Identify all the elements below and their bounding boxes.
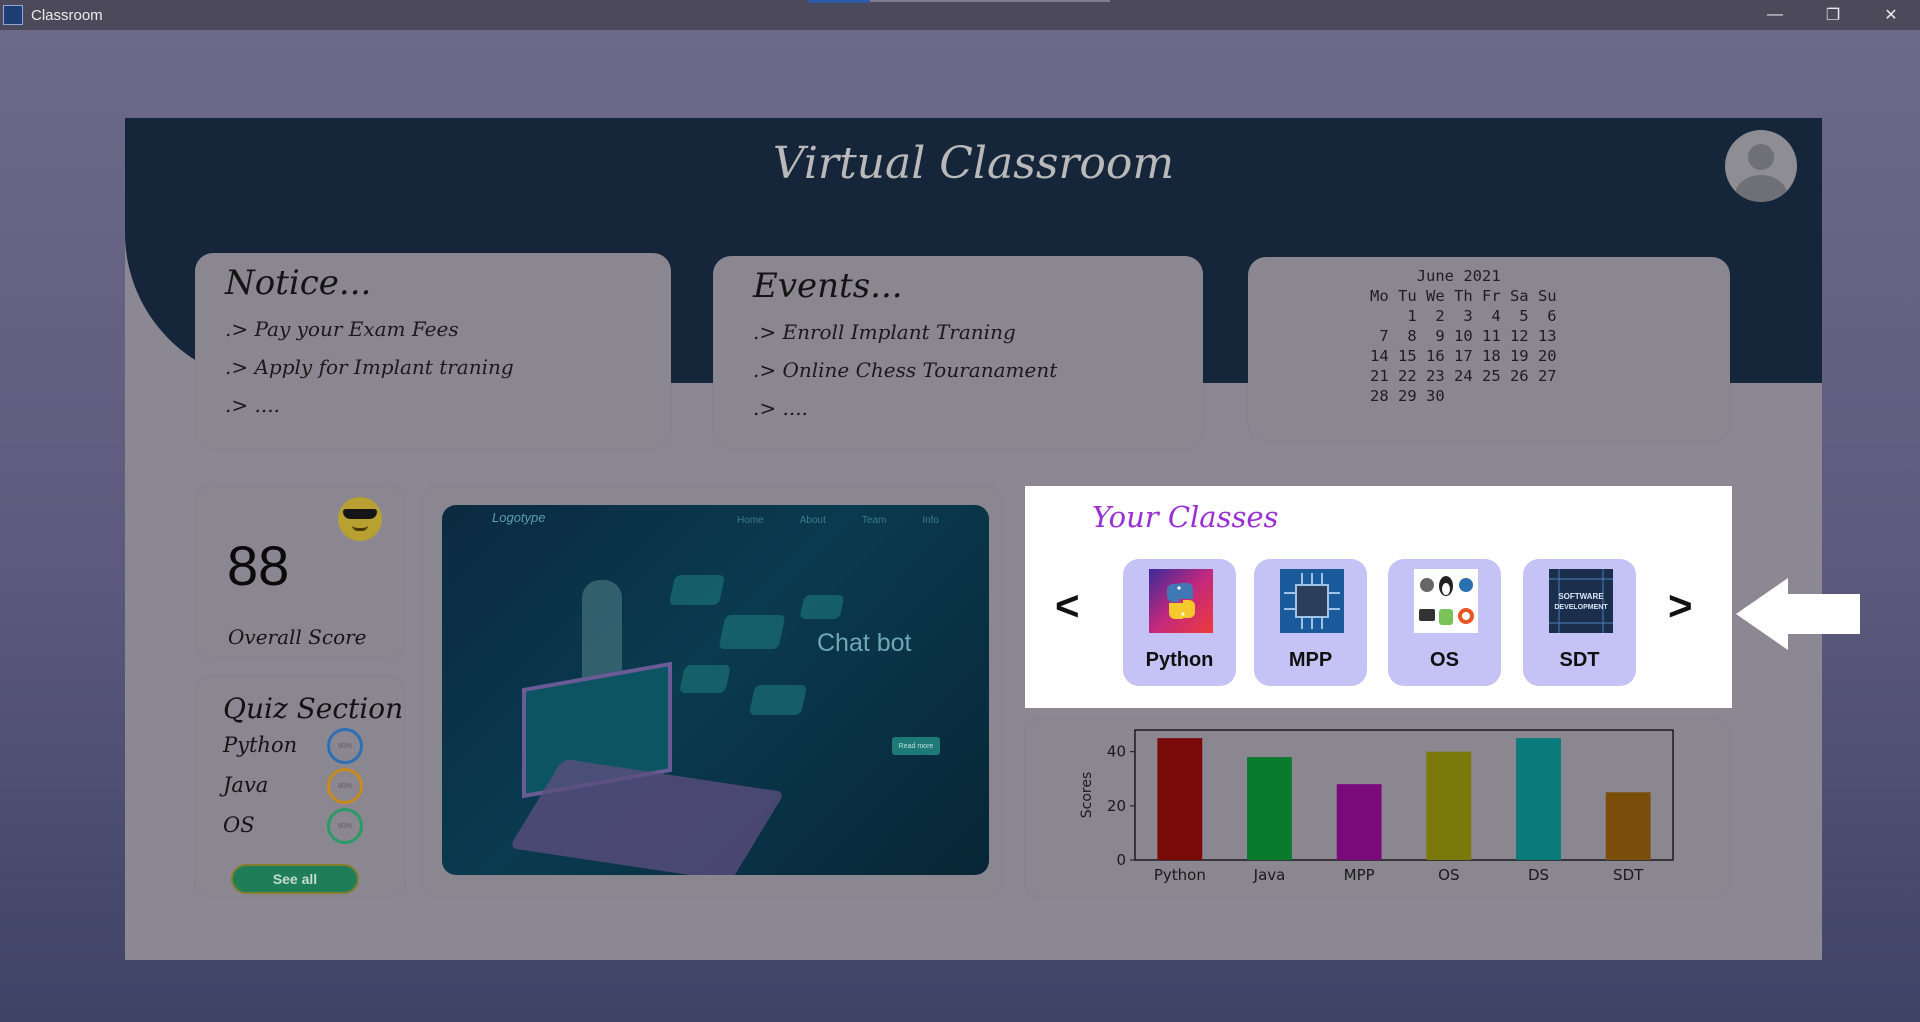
- banner-nav: Home About Team Info: [737, 515, 939, 526]
- chat-bubble-shape: [668, 575, 726, 605]
- notice-line: .> ....: [225, 393, 280, 417]
- page-title: Virtual Classroom: [772, 138, 1175, 189]
- scores-bar-chart: Python Java MPP OS DS SDT 0 20 40 Scores: [1079, 729, 1674, 884]
- window-controls: — ❐ ✕: [1746, 0, 1920, 30]
- chart-y-tick-label: 40: [1107, 743, 1126, 761]
- os-logos-icon: [1414, 569, 1478, 633]
- chart-bar: [1247, 757, 1292, 860]
- cool-face-emoji-icon: [338, 497, 382, 541]
- chart-y-axis-label: Scores: [1079, 772, 1095, 819]
- overall-score-label: Overall Score: [228, 625, 367, 649]
- chart-plot-frame: [1134, 729, 1674, 861]
- banner-nav-link: Info: [922, 515, 939, 526]
- sunglasses-icon: [343, 509, 377, 519]
- your-classes-title: Your Classes: [1092, 500, 1279, 534]
- chat-bubble-shape: [718, 615, 786, 649]
- banner-headline: Chat bot: [817, 629, 912, 657]
- banner-logo: Logotype: [492, 510, 546, 525]
- overall-score-value: 88: [227, 534, 290, 597]
- chart-x-tick-label: MPP: [1344, 866, 1375, 884]
- class-name: Python: [1145, 649, 1214, 671]
- chart-bar: [1426, 751, 1472, 860]
- chart-x-tick-label: Python: [1154, 866, 1206, 884]
- chart-y-tick-label: 20: [1107, 797, 1126, 815]
- class-name: MPP: [1288, 649, 1333, 671]
- minimize-button[interactable]: —: [1746, 0, 1804, 30]
- banner-nav-link: Team: [861, 515, 887, 526]
- svg-text:DEVELOPMENT: DEVELOPMENT: [1554, 604, 1608, 611]
- class-tile-python[interactable]: Python: [1123, 559, 1236, 686]
- notice-title: Notice...: [225, 263, 372, 303]
- class-name: SDT: [1559, 649, 1600, 671]
- titlebar-tab-track: [870, 0, 1110, 2]
- banner-card: Logotype Home About Team Info Chat bot R…: [422, 485, 1002, 898]
- svg-text:SOFTWARE: SOFTWARE: [1558, 592, 1604, 601]
- chart-x-tick-label: DS: [1528, 866, 1549, 884]
- classes-next-arrow[interactable]: >: [1668, 582, 1693, 630]
- chip-icon: [1280, 569, 1344, 633]
- software-development-icon: SOFTWARE DEVELOPMENT: [1549, 569, 1613, 633]
- chatbot-banner-image: Logotype Home About Team Info Chat bot R…: [442, 505, 989, 875]
- classes-prev-arrow[interactable]: <: [1055, 582, 1080, 630]
- quiz-item-name: Python: [223, 733, 298, 757]
- pointer-arrow-icon: [1736, 578, 1860, 650]
- python-logo-icon: [1149, 569, 1213, 633]
- avatar-body-icon: [1735, 175, 1787, 202]
- chart-bar: [1157, 738, 1203, 860]
- chart-y-tick-label: 0: [1116, 851, 1126, 869]
- chart-x-tick-label: Java: [1253, 866, 1286, 884]
- quiz-card: Quiz Section Python 90% Java 80% OS 60% …: [195, 676, 405, 898]
- chart-x-tick-label: OS: [1438, 866, 1459, 884]
- window-title: Classroom: [31, 6, 103, 24]
- events-card: Events... .> Enroll Implant Traning .> O…: [713, 256, 1203, 449]
- quiz-item-name: Java: [223, 773, 269, 797]
- smile-icon: [352, 525, 368, 531]
- window-titlebar: Classroom — ❐ ✕: [0, 0, 1920, 30]
- chart-bar: [1605, 792, 1651, 860]
- your-classes-panel: Your Classes < > Python MPP OS SOFTWARE …: [1025, 486, 1732, 708]
- chart-x-tick-label: SDT: [1613, 866, 1644, 884]
- events-title: Events...: [753, 266, 903, 306]
- notice-line: .> Pay your Exam Fees: [225, 317, 459, 341]
- quiz-title: Quiz Section: [223, 692, 404, 725]
- quiz-item[interactable]: Python 90%: [223, 727, 405, 765]
- class-name: OS: [1430, 649, 1459, 671]
- quiz-progress-ring: 60%: [327, 808, 363, 844]
- chat-bubble-shape: [748, 685, 808, 715]
- class-tile-os[interactable]: OS: [1388, 559, 1501, 686]
- quiz-progress-ring: 90%: [327, 728, 363, 764]
- calendar-card: June 2021 Mo Tu We Th Fr Sa Su 1 2 3 4 5…: [1248, 257, 1730, 441]
- user-avatar[interactable]: [1725, 130, 1797, 202]
- score-card: 88 Overall Score: [195, 485, 405, 659]
- chat-bubble-shape: [679, 665, 731, 693]
- events-line: .> Enroll Implant Traning: [753, 320, 1016, 344]
- quiz-item[interactable]: Java 80%: [223, 767, 405, 805]
- banner-nav-link: About: [799, 515, 826, 526]
- chart-bar: [1516, 738, 1561, 860]
- restore-button[interactable]: ❐: [1804, 0, 1862, 30]
- banner-nav-link: Home: [737, 515, 764, 526]
- events-line: .> ....: [753, 396, 808, 420]
- notice-card: Notice... .> Pay your Exam Fees .> Apply…: [195, 253, 671, 449]
- titlebar-tab-indicator: [808, 0, 870, 3]
- notice-line: .> Apply for Implant traning: [225, 355, 514, 379]
- calendar-grid: June 2021 Mo Tu We Th Fr Sa Su 1 2 3 4 5…: [1370, 267, 1557, 405]
- scores-chart-card: Python Java MPP OS DS SDT 0 20 40 Scores: [1025, 718, 1730, 898]
- quiz-item-name: OS: [223, 813, 255, 837]
- avatar-head-icon: [1748, 144, 1774, 170]
- events-line: .> Online Chess Touranament: [753, 358, 1058, 382]
- see-all-button[interactable]: See all: [231, 864, 359, 894]
- close-button[interactable]: ✕: [1862, 0, 1920, 30]
- quiz-progress-ring: 80%: [327, 768, 363, 804]
- chat-bubble-shape: [799, 595, 845, 619]
- class-tile-mpp[interactable]: MPP: [1254, 559, 1367, 686]
- class-tile-sdt[interactable]: SOFTWARE DEVELOPMENT SDT: [1523, 559, 1636, 686]
- app-icon: [3, 5, 23, 25]
- chart-bar: [1336, 784, 1382, 860]
- quiz-item[interactable]: OS 60%: [223, 807, 405, 845]
- banner-read-more-button: Read more: [892, 737, 940, 755]
